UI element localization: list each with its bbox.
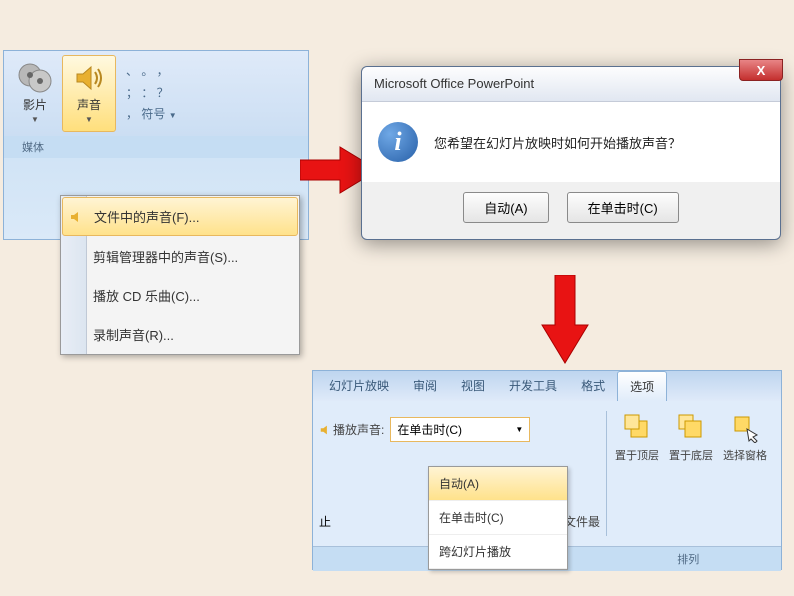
dropdown-item-clip-sound[interactable]: 剪辑管理器中的声音(S)... <box>61 237 299 276</box>
speaker-icon <box>71 60 107 96</box>
dialog-titlebar: Microsoft Office PowerPoint X <box>362 67 780 102</box>
tab-view[interactable]: 视图 <box>449 371 497 401</box>
dropdown-item-record-sound[interactable]: 录制声音(R)... <box>61 315 299 354</box>
selection-pane-button[interactable]: 选择窗格 <box>723 411 767 463</box>
dialog-title: Microsoft Office PowerPoint <box>374 76 534 91</box>
play-sound-dropdown: 自动(A) 在单击时(C) 跨幻灯片播放 <box>428 466 568 570</box>
tab-review[interactable]: 审阅 <box>401 371 449 401</box>
speaker-tiny-icon <box>319 423 333 437</box>
dropdown-item-file-sound[interactable]: 文件中的声音(F)... <box>62 197 298 236</box>
close-icon: X <box>757 63 766 78</box>
close-button[interactable]: X <box>739 59 783 81</box>
dialog-buttons: 自动(A) 在单击时(C) <box>362 182 780 239</box>
ribbon-buttons-row: 影片 ▼ 声音 ▼ 、 。 ， ； ： ？ ， 符号 ▼ <box>4 51 308 136</box>
info-icon: i <box>378 122 418 162</box>
ribbon-tabs: 幻灯片放映 审阅 视图 开发工具 格式 选项 <box>313 371 781 401</box>
play-option-click[interactable]: 在单击时(C) <box>429 501 567 535</box>
sound-playback-dialog: Microsoft Office PowerPoint X i 您希望在幻灯片放… <box>361 66 781 240</box>
film-icon <box>17 60 53 96</box>
sound-button[interactable]: 声音 ▼ <box>62 55 116 132</box>
bring-front-button[interactable]: 置于顶层 <box>615 411 659 463</box>
send-back-button[interactable]: 置于底层 <box>669 411 713 463</box>
film-button[interactable]: 影片 ▼ <box>8 55 62 132</box>
send-back-icon <box>675 411 707 443</box>
speaker-small-icon <box>69 209 85 225</box>
dialog-body: i 您希望在幻灯片放映时如何开始播放声音？ <box>362 102 780 182</box>
dropdown-item-cd-sound[interactable]: 播放 CD 乐曲(C)... <box>61 276 299 315</box>
group-arrange-label: 排列 <box>596 551 782 567</box>
tab-format[interactable]: 格式 <box>569 371 617 401</box>
chevron-down-icon: ▼ <box>515 425 523 434</box>
arrow-down-icon <box>540 275 590 365</box>
selection-pane-icon <box>729 411 761 443</box>
play-option-auto[interactable]: 自动(A) <box>429 467 567 501</box>
sound-dropdown-menu: 文件中的声音(F)... 剪辑管理器中的声音(S)... 播放 CD 乐曲(C)… <box>60 195 300 355</box>
play-sound-combo[interactable]: 在单击时(C) ▼ <box>390 417 530 442</box>
ribbon-group-media-label: 媒体 <box>4 136 308 158</box>
sound-label: 声音 <box>77 96 101 113</box>
film-label: 影片 <box>23 96 47 113</box>
bring-front-icon <box>621 411 653 443</box>
chevron-down-icon: ▼ <box>85 115 93 124</box>
tab-slideshow[interactable]: 幻灯片放映 <box>317 371 401 401</box>
symbols-area: 、 。 ， ； ： ？ ， 符号 ▼ <box>116 55 187 132</box>
play-option-across[interactable]: 跨幻灯片播放 <box>429 535 567 569</box>
stop-label: 止 <box>319 513 331 530</box>
arrange-group: 置于顶层 置于底层 选择窗格 <box>606 411 775 536</box>
auto-button[interactable]: 自动(A) <box>463 192 548 223</box>
play-sound-label: 播放声音: <box>333 421 384 438</box>
chevron-down-icon: ▼ <box>31 115 39 124</box>
dialog-message: 您希望在幻灯片放映时如何开始播放声音？ <box>434 133 681 152</box>
tab-options[interactable]: 选项 <box>617 371 667 401</box>
on-click-button[interactable]: 在单击时(C) <box>567 192 679 223</box>
tab-dev[interactable]: 开发工具 <box>497 371 569 401</box>
